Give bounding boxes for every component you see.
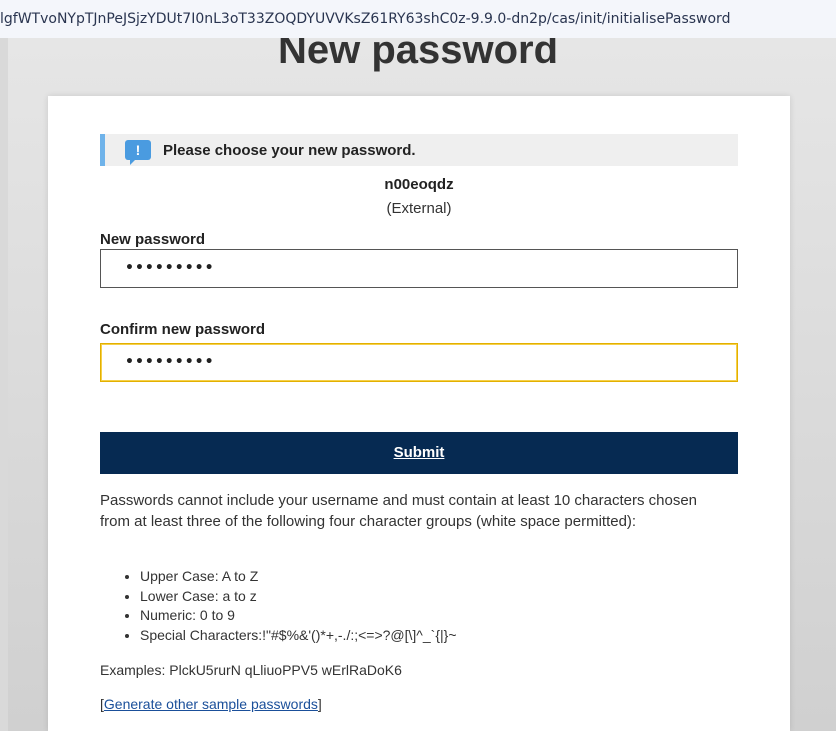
list-item: Lower Case: a to z bbox=[140, 587, 457, 607]
username: n00eoqdz bbox=[384, 176, 454, 193]
password-rules-text: Passwords cannot include your username a… bbox=[100, 492, 697, 530]
list-item: Upper Case: A to Z bbox=[140, 567, 457, 587]
info-notice: ! Please choose your new password. bbox=[100, 134, 738, 166]
confirm-password-input[interactable]: ••••••••• bbox=[100, 343, 738, 382]
address-bar[interactable]: lgfWTvoNYpTJnPeJSjzYDUt7I0nL3oT33ZOQDYUV… bbox=[0, 0, 836, 38]
confirm-password-label: Confirm new password bbox=[100, 321, 266, 338]
notice-text: Please choose your new password. bbox=[163, 141, 416, 159]
password-card: ! Please choose your new password. n00eo… bbox=[48, 96, 790, 731]
example-passwords: Examples: PlckU5rurN qLliuoPPV5 wErlRaDo… bbox=[100, 662, 402, 678]
page-background: New password ! Please choose your new pa… bbox=[8, 38, 836, 731]
generate-passwords-line: [Generate other sample passwords] bbox=[100, 696, 322, 712]
page-title: New password bbox=[277, 38, 559, 72]
list-item: Special Characters:!"#$%&'()*+,-./:;<=>?… bbox=[140, 626, 457, 646]
user-type: (External) bbox=[386, 200, 452, 217]
new-password-label: New password bbox=[100, 231, 206, 248]
password-rules-list: Upper Case: A to Z Lower Case: a to z Nu… bbox=[120, 567, 457, 645]
generate-passwords-link[interactable]: Generate other sample passwords bbox=[104, 696, 318, 712]
submit-button[interactable]: Submit bbox=[100, 432, 738, 474]
exclamation-speech-icon: ! bbox=[125, 140, 151, 165]
list-item: Numeric: 0 to 9 bbox=[140, 606, 457, 626]
url-text: lgfWTvoNYpTJnPeJSjzYDUt7I0nL3oT33ZOQDYUV… bbox=[0, 11, 731, 27]
new-password-input[interactable]: ••••••••• bbox=[100, 249, 738, 288]
